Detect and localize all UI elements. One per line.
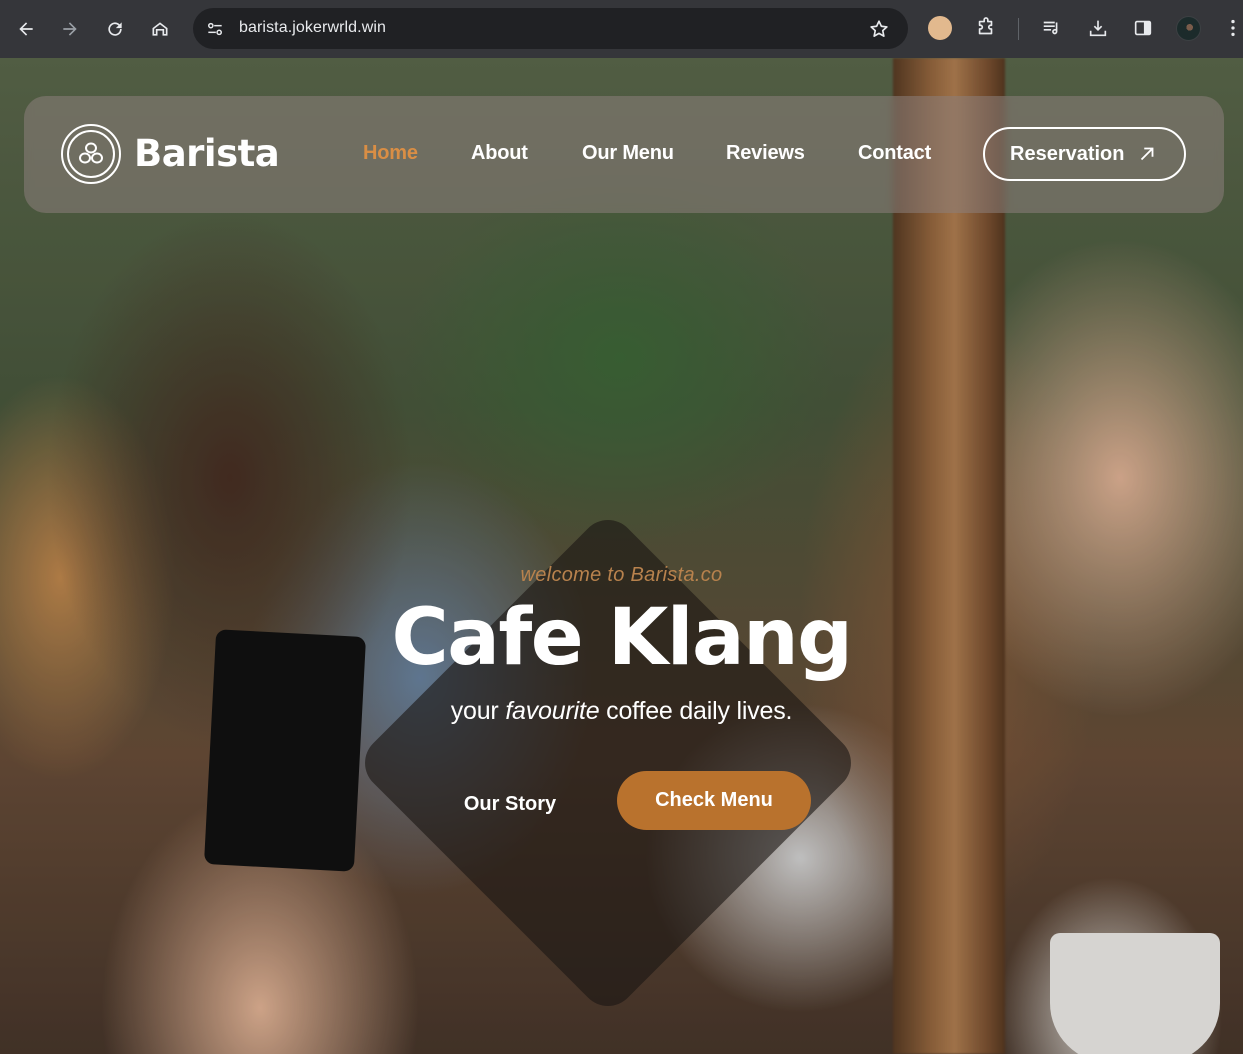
nav-about[interactable]: About	[471, 142, 528, 165]
hero-subtitle-emphasis: favourite	[505, 697, 600, 725]
check-menu-button[interactable]: Check Menu	[617, 771, 811, 830]
brand-name[interactable]: Barista	[134, 132, 280, 175]
bookmark-star-icon[interactable]	[868, 18, 890, 40]
side-panel-icon[interactable]	[1131, 16, 1155, 40]
page-viewport: Barista Home About Our Menu Reviews Cont…	[0, 58, 1243, 1054]
hero-eyebrow: welcome to Barista.co	[520, 564, 723, 586]
reservation-label: Reservation	[1010, 142, 1125, 165]
nav-our-menu[interactable]: Our Menu	[582, 142, 674, 165]
arrow-up-right-icon	[1140, 147, 1154, 161]
downloads-icon[interactable]	[1086, 16, 1110, 40]
more-menu-icon[interactable]	[1221, 16, 1243, 40]
hero-subtitle-post: coffee daily lives.	[599, 697, 793, 725]
extension-avatar-icon[interactable]	[928, 16, 952, 40]
media-controls-icon[interactable]	[1040, 16, 1064, 40]
hero-subtitle: your favourite coffee daily lives.	[0, 697, 1243, 726]
browser-toolbar: barista.jokerwrld.win	[0, 0, 1243, 58]
address-bar[interactable]: barista.jokerwrld.win	[193, 8, 908, 49]
site-header: Barista Home About Our Menu Reviews Cont…	[24, 96, 1224, 213]
hero-title: Cafe Klang	[391, 593, 853, 683]
extensions-puzzle-icon[interactable]	[974, 16, 998, 40]
nav-contact[interactable]: Contact	[858, 142, 931, 165]
forward-icon[interactable]	[55, 14, 85, 44]
home-icon[interactable]	[145, 14, 175, 44]
our-story-button[interactable]: Our Story	[440, 793, 580, 823]
back-icon[interactable]	[11, 14, 41, 44]
url-text[interactable]: barista.jokerwrld.win	[239, 19, 386, 37]
profile-avatar-icon[interactable]	[1176, 16, 1201, 41]
nav-reviews[interactable]: Reviews	[726, 142, 805, 165]
site-info-icon[interactable]	[205, 19, 225, 39]
coffee-bean-logo-icon[interactable]	[61, 124, 121, 184]
toolbar-divider	[1018, 18, 1019, 40]
nav-home[interactable]: Home	[363, 142, 418, 165]
reload-icon[interactable]	[100, 14, 130, 44]
reservation-button[interactable]: Reservation	[983, 127, 1186, 181]
hero-subtitle-pre: your	[450, 697, 506, 725]
